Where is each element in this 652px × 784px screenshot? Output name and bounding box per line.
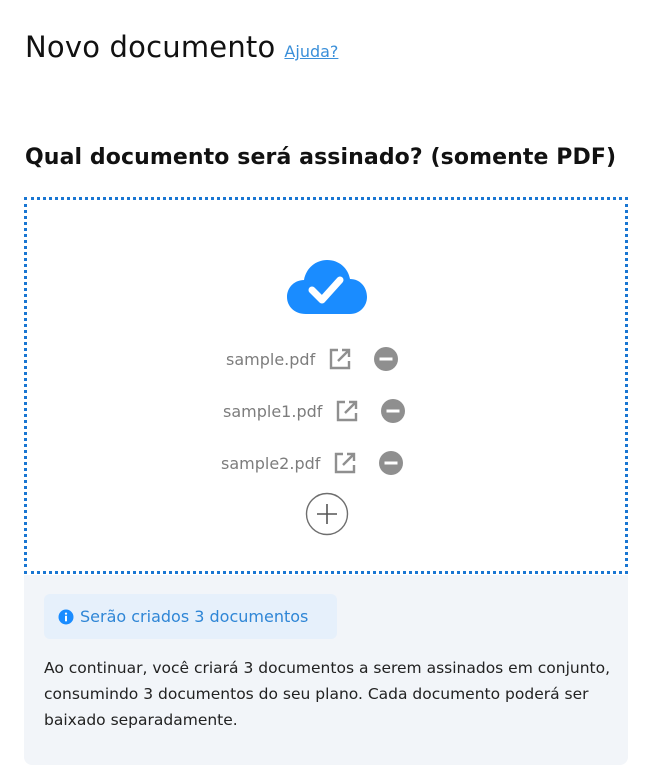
external-link-icon[interactable] (334, 398, 360, 424)
info-description: Ao continuar, você criará 3 documentos a… (44, 659, 611, 729)
file-row: sample.pdf (27, 345, 625, 373)
file-name: sample.pdf (226, 349, 316, 369)
info-icon (58, 609, 74, 624)
file-item: sample1.pdf (223, 397, 406, 425)
document-question: Qual documento será assinado? (somente P… (25, 145, 617, 170)
file-row: sample2.pdf (27, 449, 625, 477)
help-link[interactable]: Ajuda? (284, 42, 338, 61)
page-header: Novo documento Ajuda? (25, 30, 338, 64)
file-name: sample2.pdf (221, 453, 321, 473)
minus-circle-icon[interactable] (373, 346, 399, 372)
plus-circle-icon[interactable] (305, 492, 349, 536)
file-name: sample1.pdf (223, 401, 323, 421)
minus-circle-icon[interactable] (378, 450, 404, 476)
file-item: sample.pdf (226, 345, 399, 373)
cloud-check-icon (287, 260, 367, 314)
external-link-icon[interactable] (332, 450, 358, 476)
file-row: sample1.pdf (27, 397, 625, 425)
file-item: sample2.pdf (221, 449, 404, 477)
upload-dropzone[interactable]: sample.pdf sample1.pdf sample2.pdf (24, 197, 628, 574)
page-title: Novo documento (25, 30, 276, 64)
minus-circle-icon[interactable] (380, 398, 406, 424)
documents-count-badge: Serão criados 3 documentos (44, 594, 337, 639)
info-panel: Serão criados 3 documentos Ao continuar,… (24, 575, 628, 765)
external-link-icon[interactable] (327, 346, 353, 372)
documents-count-text: Serão criados 3 documentos (80, 607, 309, 626)
